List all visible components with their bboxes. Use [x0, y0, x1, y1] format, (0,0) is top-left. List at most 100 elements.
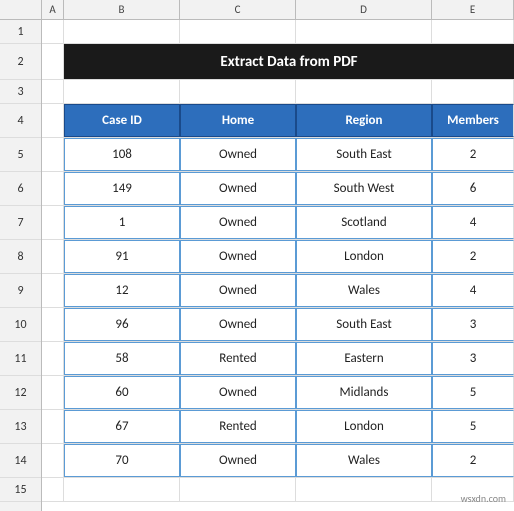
cell-7c: Owned — [180, 206, 296, 239]
cell-3c — [180, 80, 296, 103]
cell-1d — [296, 20, 432, 43]
cell-15a — [42, 478, 64, 501]
cell-8c: Owned — [180, 240, 296, 273]
grid-row-1 — [42, 20, 514, 44]
watermark: wsxdn.com — [461, 492, 506, 505]
grid-row-6: 149 Owned South West 6 — [42, 172, 514, 206]
cell-12e: 5 — [432, 376, 514, 409]
grid-row-7: 1 Owned Scotland 4 — [42, 206, 514, 240]
cell-14c: Owned — [180, 444, 296, 477]
col-e-header: E — [432, 0, 514, 19]
cell-13b: 67 — [64, 410, 180, 443]
header-home: Home — [180, 104, 296, 137]
row-num-1: 1 — [0, 20, 41, 44]
cell-10e: 3 — [432, 308, 514, 341]
row-num-12: 12 — [0, 376, 41, 410]
grid-row-12: 60 Owned Midlands 5 — [42, 376, 514, 410]
cell-7e: 4 — [432, 206, 514, 239]
cell-6e: 6 — [432, 172, 514, 205]
spreadsheet: A B C D E 1 2 3 4 5 6 7 8 9 10 11 12 13 … — [0, 0, 514, 511]
cell-3d — [296, 80, 432, 103]
cell-9b: 12 — [64, 274, 180, 307]
col-d-header: D — [296, 0, 432, 19]
spreadsheet-title: Extract Data from PDF — [64, 44, 514, 79]
cell-11a — [42, 342, 64, 375]
header-region: Region — [296, 104, 432, 137]
cell-10a — [42, 308, 64, 341]
spreadsheet-body: 1 2 3 4 5 6 7 8 9 10 11 12 13 14 15 — [0, 20, 514, 511]
grid-row-3 — [42, 80, 514, 104]
cell-14a — [42, 444, 64, 477]
cell-10b: 96 — [64, 308, 180, 341]
cell-3a — [42, 80, 64, 103]
col-c-header: C — [180, 0, 296, 19]
cell-12b: 60 — [64, 376, 180, 409]
cell-12c: Owned — [180, 376, 296, 409]
corner-cell — [0, 0, 42, 19]
cell-1b — [64, 20, 180, 43]
row-num-4: 4 — [0, 104, 41, 138]
row-num-14: 14 — [0, 444, 41, 478]
row-num-10: 10 — [0, 308, 41, 342]
grid-row-13: 67 Rented London 5 — [42, 410, 514, 444]
cell-6d: South West — [296, 172, 432, 205]
cell-11b: 58 — [64, 342, 180, 375]
cell-13c: Rented — [180, 410, 296, 443]
cell-9a — [42, 274, 64, 307]
grid-row-9: 12 Owned Wales 4 — [42, 274, 514, 308]
cell-9e: 4 — [432, 274, 514, 307]
cell-8b: 91 — [64, 240, 180, 273]
cell-11e: 3 — [432, 342, 514, 375]
cell-15b — [64, 478, 180, 501]
grid-row-5: 108 Owned South East 2 — [42, 138, 514, 172]
cell-2a — [42, 44, 64, 79]
cell-5c: Owned — [180, 138, 296, 171]
cell-3e — [432, 80, 514, 103]
cell-11c: Rented — [180, 342, 296, 375]
cell-5b: 108 — [64, 138, 180, 171]
header-case-id: Case ID — [64, 104, 180, 137]
cell-9c: Owned — [180, 274, 296, 307]
row-numbers: 1 2 3 4 5 6 7 8 9 10 11 12 13 14 15 — [0, 20, 42, 511]
cell-9d: Wales — [296, 274, 432, 307]
grid-area: Extract Data from PDF Case ID Home Regio… — [42, 20, 514, 511]
row-num-9: 9 — [0, 274, 41, 308]
cell-6b: 149 — [64, 172, 180, 205]
cell-8d: London — [296, 240, 432, 273]
row-num-15: 15 — [0, 478, 41, 502]
cell-12a — [42, 376, 64, 409]
cell-1c — [180, 20, 296, 43]
cell-10c: Owned — [180, 308, 296, 341]
cell-6a — [42, 172, 64, 205]
cell-4a — [42, 104, 64, 137]
col-a-header: A — [42, 0, 64, 19]
cell-8e: 2 — [432, 240, 514, 273]
column-header-bar: A B C D E — [0, 0, 514, 20]
cell-15d — [296, 478, 432, 501]
row-num-3: 3 — [0, 80, 41, 104]
header-members: Members — [432, 104, 514, 137]
cell-7b: 1 — [64, 206, 180, 239]
cell-11d: Eastern — [296, 342, 432, 375]
row-num-2: 2 — [0, 44, 41, 80]
row-num-6: 6 — [0, 172, 41, 206]
cell-1a — [42, 20, 64, 43]
cell-7a — [42, 206, 64, 239]
grid-row-11: 58 Rented Eastern 3 — [42, 342, 514, 376]
grid-row-10: 96 Owned South East 3 — [42, 308, 514, 342]
row-num-7: 7 — [0, 206, 41, 240]
row-num-8: 8 — [0, 240, 41, 274]
cell-1e — [432, 20, 514, 43]
cell-13d: London — [296, 410, 432, 443]
cell-14b: 70 — [64, 444, 180, 477]
cell-3b — [64, 80, 180, 103]
cell-5d: South East — [296, 138, 432, 171]
cell-7d: Scotland — [296, 206, 432, 239]
cell-13e: 5 — [432, 410, 514, 443]
grid-row-2: Extract Data from PDF — [42, 44, 514, 80]
cell-14d: Wales — [296, 444, 432, 477]
cell-10d: South East — [296, 308, 432, 341]
grid-row-14: 70 Owned Wales 2 — [42, 444, 514, 478]
cell-14e: 2 — [432, 444, 514, 477]
grid-row-8: 91 Owned London 2 — [42, 240, 514, 274]
